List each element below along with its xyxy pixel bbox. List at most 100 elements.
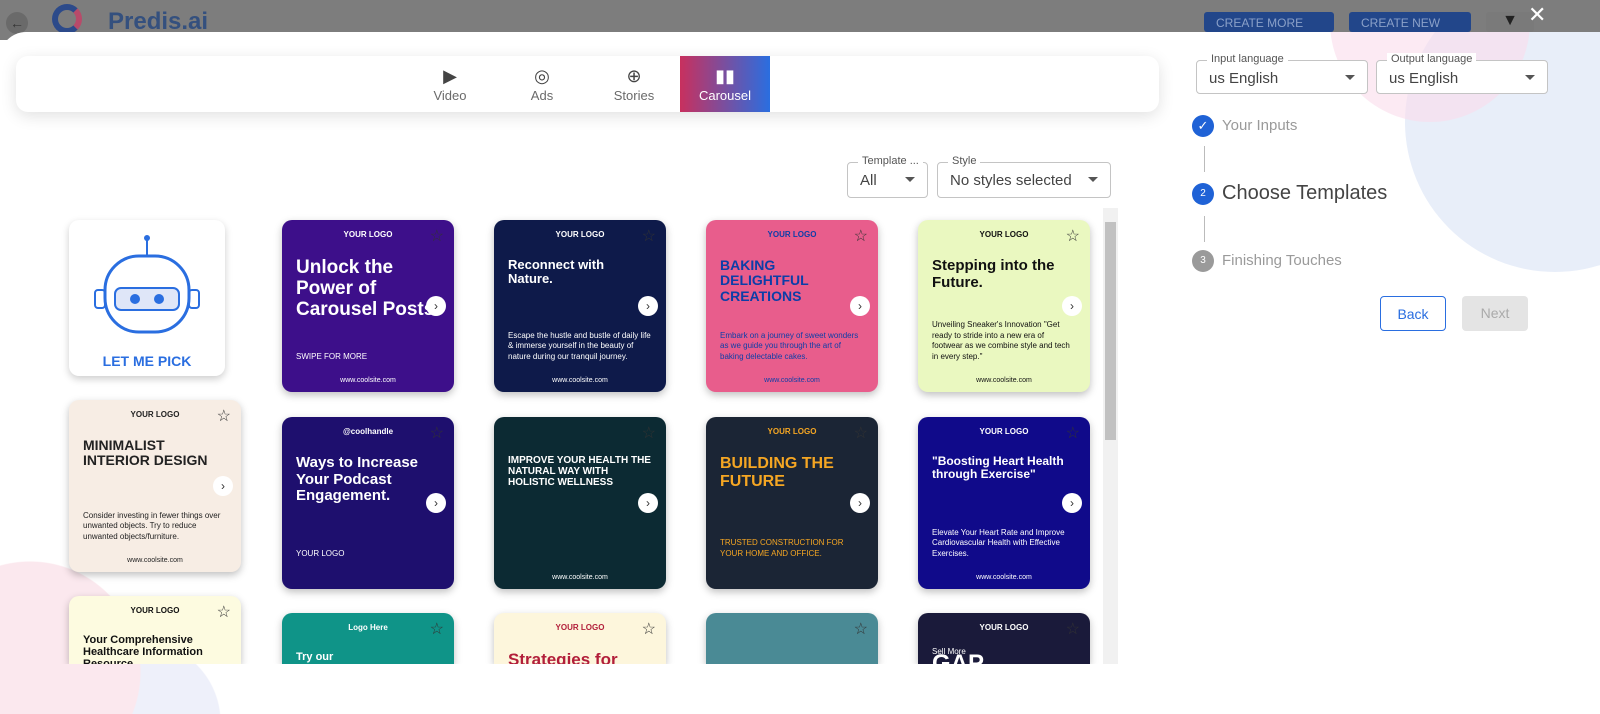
caret-down-icon bbox=[1525, 75, 1535, 80]
template-logo-text: YOUR LOGO bbox=[979, 623, 1029, 632]
template-subtext: Escape the hustle and bustle of daily li… bbox=[508, 330, 651, 361]
back-arrow-icon[interactable]: ← bbox=[6, 12, 28, 34]
input-language-select[interactable]: Input language us English bbox=[1196, 53, 1368, 94]
template-card[interactable]: YOUR LOGO MINIMALIST INTERIOR DESIGN Consi… bbox=[69, 400, 241, 572]
tab-stories[interactable]: ⊕ Stories bbox=[589, 56, 679, 112]
favorite-star-icon[interactable]: ☆ bbox=[430, 226, 444, 246]
template-card[interactable]: YOUR LOGO BAKING DELIGHTFUL CREATIONS Emba… bbox=[706, 220, 878, 392]
create-more-button[interactable]: CREATE MORE bbox=[1204, 12, 1334, 32]
next-slide-icon[interactable]: › bbox=[638, 296, 658, 316]
template-card[interactable]: YOUR LOGO Strategies for ☆ bbox=[494, 613, 666, 664]
tab-video[interactable]: ▶ Video bbox=[405, 56, 495, 112]
content-type-tabs: ▶ Video ◎ Ads ⊕ Stories ▮▮ Carousel bbox=[16, 56, 1159, 112]
step-number: 3 bbox=[1192, 250, 1214, 272]
next-slide-icon[interactable]: › bbox=[426, 493, 446, 513]
favorite-star-icon[interactable]: ☆ bbox=[854, 619, 868, 639]
template-grid: LET ME PICK YOUR LOGO Unlock the Power of… bbox=[0, 176, 1103, 664]
template-title: Ways to Increase Your Podcast Engagement… bbox=[296, 454, 418, 504]
favorite-star-icon[interactable]: ☆ bbox=[1066, 619, 1080, 639]
tab-label: Video bbox=[433, 88, 467, 103]
let-me-pick-card[interactable]: LET ME PICK bbox=[69, 220, 225, 376]
template-subtext: TRUSTED CONSTRUCTION FOR YOUR HOME AND O… bbox=[720, 538, 844, 558]
template-card[interactable]: YOUR LOGO Your Comprehensive Healthcare I… bbox=[69, 596, 241, 664]
favorite-star-icon[interactable]: ☆ bbox=[854, 423, 868, 443]
template-title: BAKING DELIGHTFUL CREATIONS bbox=[720, 257, 809, 304]
template-logo-text: YOUR LOGO bbox=[130, 606, 180, 615]
next-slide-icon[interactable]: › bbox=[850, 296, 870, 316]
template-website: www.coolsite.com bbox=[340, 377, 396, 384]
close-icon[interactable]: ✕ bbox=[1528, 2, 1546, 28]
template-modal: ▶ Video ◎ Ads ⊕ Stories ▮▮ Carousel Template… bbox=[0, 32, 1600, 714]
favorite-star-icon[interactable]: ☆ bbox=[642, 423, 656, 443]
template-subtext: Elevate Your Heart Rate and Improve Card… bbox=[932, 527, 1065, 558]
robot-icon bbox=[94, 235, 200, 334]
next-slide-icon[interactable]: › bbox=[426, 296, 446, 316]
template-card[interactable]: YOUR LOGO "Boosting Heart Health through … bbox=[918, 417, 1090, 589]
plus-circle-icon: ⊕ bbox=[626, 66, 642, 86]
output-language-select[interactable]: Output language us English bbox=[1376, 53, 1548, 94]
tab-label: Carousel bbox=[698, 88, 752, 103]
template-website: www.coolsite.com bbox=[127, 557, 183, 564]
step-number: 2 bbox=[1192, 182, 1214, 205]
create-new-button[interactable]: CREATE NEW bbox=[1349, 12, 1471, 32]
favorite-star-icon[interactable]: ☆ bbox=[854, 226, 868, 246]
carousel-icon: ▮▮ bbox=[715, 66, 735, 86]
field-label: Style bbox=[948, 155, 981, 167]
tab-carousel[interactable]: ▮▮ Carousel bbox=[680, 56, 770, 112]
template-logo-text: YOUR LOGO bbox=[343, 230, 393, 239]
favorite-star-icon[interactable]: ☆ bbox=[217, 406, 231, 426]
back-button[interactable]: Back bbox=[1380, 296, 1446, 331]
tab-ads[interactable]: ◎ Ads bbox=[497, 56, 587, 112]
template-card[interactable]: YOUR LOGO Stepping into the Future. Unveil… bbox=[918, 220, 1090, 392]
favorite-star-icon[interactable]: ☆ bbox=[1066, 226, 1080, 246]
template-subtext: Embark on a journey of sweet wonders as … bbox=[720, 330, 859, 361]
template-title: MINIMALIST INTERIOR DESIGN bbox=[83, 437, 208, 469]
ads-cursor-icon: ◎ bbox=[534, 66, 550, 86]
field-value: us English bbox=[1209, 70, 1279, 87]
filter-icon[interactable]: ▼ bbox=[1486, 12, 1534, 32]
template-website: www.coolsite.com bbox=[552, 377, 608, 384]
scrollbar-thumb[interactable] bbox=[1105, 222, 1116, 440]
next-slide-icon[interactable]: › bbox=[850, 493, 870, 513]
template-card[interactable]: IMPROVE YOUR HEALTH THE NATURAL WAY WITH… bbox=[494, 417, 666, 589]
template-title: Your Comprehensive Healthcare Informatio… bbox=[83, 634, 203, 664]
step-connector bbox=[1204, 146, 1205, 172]
favorite-star-icon[interactable]: ☆ bbox=[217, 602, 231, 622]
template-card[interactable]: Logo Here Try our ☆ bbox=[282, 613, 454, 664]
video-icon: ▶ bbox=[443, 66, 457, 86]
template-card[interactable]: YOUR LOGO GAP Sell More ☆ bbox=[918, 613, 1090, 664]
template-card[interactable]: YOUR LOGO BUILDING THE FUTURE TRUSTED CONS… bbox=[706, 417, 878, 589]
step-connector bbox=[1204, 216, 1205, 242]
favorite-star-icon[interactable]: ☆ bbox=[430, 423, 444, 443]
next-button[interactable]: Next bbox=[1462, 296, 1528, 331]
template-logo-text: Logo Here bbox=[348, 623, 388, 632]
template-logo-text: YOUR LOGO bbox=[555, 230, 605, 239]
template-title: BUILDING THE FUTURE bbox=[720, 455, 834, 490]
template-card[interactable]: ☆ bbox=[706, 613, 878, 664]
template-card[interactable]: YOUR LOGO Unlock the Power of Carousel Po… bbox=[282, 220, 454, 392]
next-slide-icon[interactable]: › bbox=[213, 476, 233, 496]
tab-label: Ads bbox=[530, 88, 554, 103]
field-label: Output language bbox=[1387, 53, 1477, 65]
template-card[interactable]: YOUR LOGO Reconnect with Nature. Escape th… bbox=[494, 220, 666, 392]
next-slide-icon[interactable]: › bbox=[1062, 296, 1082, 316]
favorite-star-icon[interactable]: ☆ bbox=[642, 619, 656, 639]
favorite-star-icon[interactable]: ☆ bbox=[642, 226, 656, 246]
caret-down-icon bbox=[1345, 75, 1355, 80]
template-title: Unlock the Power of Carousel Posts. bbox=[296, 257, 440, 320]
next-slide-icon[interactable]: › bbox=[638, 493, 658, 513]
favorite-star-icon[interactable]: ☆ bbox=[430, 619, 444, 639]
step-your-inputs: ✓ Your Inputs bbox=[1192, 115, 1297, 137]
template-logo-text: YOUR LOGO bbox=[130, 410, 180, 419]
template-website: www.coolsite.com bbox=[764, 377, 820, 384]
step-finishing-touches: 3 Finishing Touches bbox=[1192, 250, 1342, 272]
next-slide-icon[interactable]: › bbox=[1062, 493, 1082, 513]
favorite-star-icon[interactable]: ☆ bbox=[1066, 423, 1080, 443]
template-subtext: YOUR LOGO bbox=[296, 548, 345, 558]
field-label: Input language bbox=[1207, 53, 1288, 65]
predis-logo-icon bbox=[52, 4, 82, 34]
template-card[interactable]: @coolhandle Ways to Increase Your Podcast… bbox=[282, 417, 454, 589]
grid-scrollbar[interactable] bbox=[1103, 208, 1118, 664]
template-title: IMPROVE YOUR HEALTH THE NATURAL WAY WITH… bbox=[508, 455, 651, 488]
template-website: www.coolsite.com bbox=[552, 574, 608, 581]
